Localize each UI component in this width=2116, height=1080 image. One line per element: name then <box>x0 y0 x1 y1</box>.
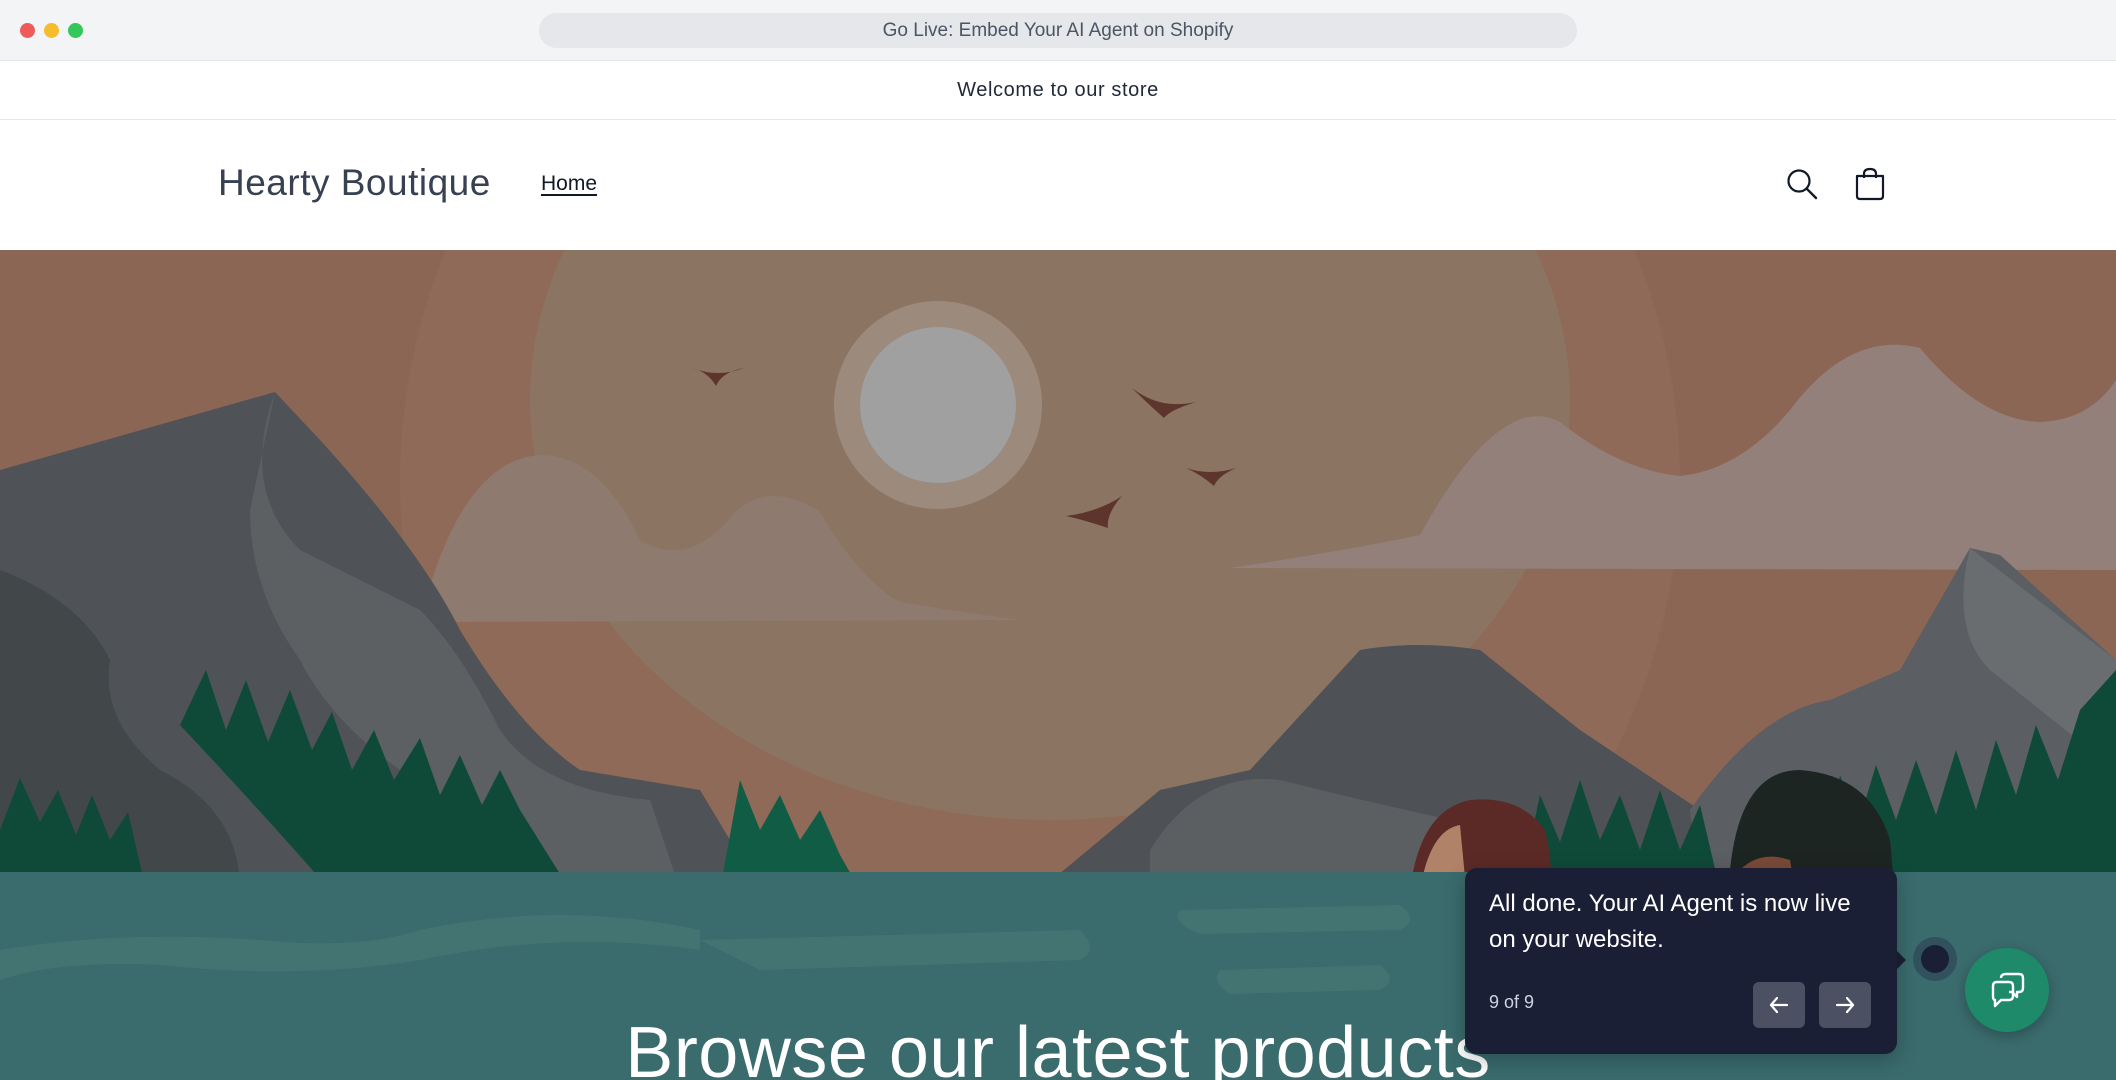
store-header: Hearty Boutique Home <box>0 120 2116 250</box>
tour-step-counter: 9 of 9 <box>1489 992 1535 1012</box>
browser-chrome: Go Live: Embed Your AI Agent on Shopify <box>0 0 2116 61</box>
arrow-left-icon <box>1769 996 1789 1014</box>
announcement-bar: Welcome to our store <box>0 61 2116 120</box>
tour-previous-button[interactable] <box>1753 982 1805 1028</box>
announcement-text: Welcome to our store <box>957 78 1159 101</box>
chat-launcher-button[interactable] <box>1965 948 2049 1032</box>
tour-tooltip: All done. Your AI Agent is now live on y… <box>1465 868 1897 1054</box>
close-window-button[interactable] <box>20 23 35 38</box>
address-bar[interactable]: Go Live: Embed Your AI Agent on Shopify <box>539 13 1577 48</box>
search-icon[interactable] <box>1782 164 1822 204</box>
cart-icon[interactable] <box>1850 164 1890 204</box>
arrow-right-icon <box>1835 996 1855 1014</box>
nav-link-home[interactable]: Home <box>541 172 597 196</box>
maximize-window-button[interactable] <box>68 23 83 38</box>
tour-beacon <box>1913 937 1957 981</box>
chat-bubbles-icon <box>1991 972 2025 1008</box>
tooltip-pointer <box>1896 950 1906 970</box>
store-logo[interactable]: Hearty Boutique <box>218 162 491 204</box>
tour-message: All done. Your AI Agent is now live on y… <box>1489 890 1851 953</box>
minimize-window-button[interactable] <box>44 23 59 38</box>
tab-title: Go Live: Embed Your AI Agent on Shopify <box>882 19 1234 41</box>
tour-next-button[interactable] <box>1819 982 1871 1028</box>
